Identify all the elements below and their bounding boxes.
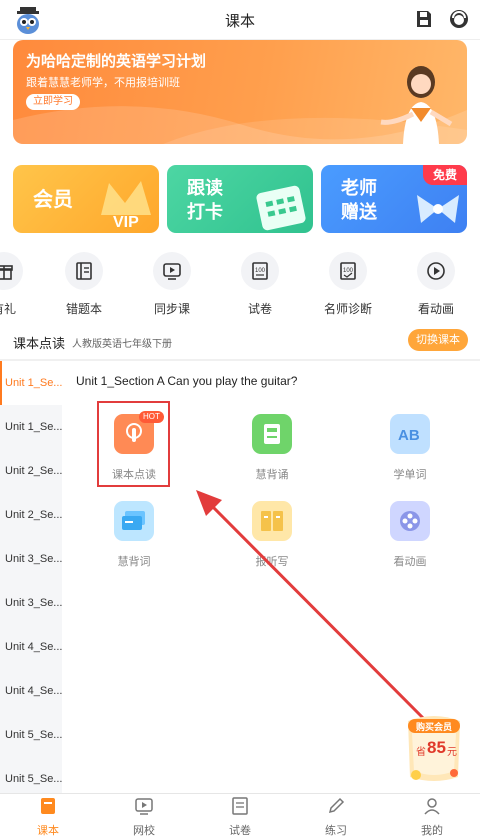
nav-online-school[interactable]: 网校 xyxy=(114,796,174,838)
customer-service-icon[interactable] xyxy=(449,9,469,29)
unit-list-item[interactable]: Unit 1_Se... xyxy=(0,361,62,405)
calendar-icon xyxy=(256,185,306,231)
svg-text:AB: AB xyxy=(398,427,420,444)
gift-entry[interactable]: 有礼 xyxy=(0,252,44,317)
textbook-bar: 课本点读 人教版英语七年级下册 切换课本 xyxy=(0,325,480,359)
teacher-gift-card[interactable]: 老师 赠送 免费 xyxy=(321,165,467,233)
unit-list-item[interactable]: Unit 3_Se... xyxy=(0,537,62,581)
video-play-icon xyxy=(153,252,191,290)
profile-icon xyxy=(424,798,440,815)
recite-tile[interactable]: 慧背诵 xyxy=(232,414,312,482)
wrong-book-entry[interactable]: 错题本 xyxy=(44,252,124,317)
unit-list-item[interactable]: Unit 4_Se... xyxy=(0,625,62,669)
teacher-diagnosis-label: 名师诊断 xyxy=(323,302,372,316)
divider xyxy=(0,359,480,361)
exam-paper-entry[interactable]: 100 试卷 xyxy=(220,252,300,317)
follow-read-label-2: 打卡 xyxy=(187,202,223,222)
learn-words-tile[interactable]: AB 学单词 xyxy=(370,414,450,482)
cartoon-entry[interactable]: 看动画 xyxy=(396,252,476,317)
unit-list-item[interactable]: Unit 1_Se... xyxy=(0,405,62,449)
unit-list-item[interactable]: Unit 4_Se... xyxy=(0,669,62,713)
exam-paper-icon: 100 xyxy=(241,252,279,290)
unit-list-item[interactable]: Unit 2_Se... xyxy=(0,449,62,493)
pen-icon xyxy=(328,797,345,814)
nav-online-school-label: 网校 xyxy=(133,825,155,837)
bow-icon xyxy=(417,195,459,223)
download-icon[interactable] xyxy=(416,10,432,28)
study-plan-banner[interactable]: 为哈哈定制的英语学习计划 跟着慧慧老师学，不用报培训班 立即学习 xyxy=(13,40,467,144)
nav-exam[interactable]: 试卷 xyxy=(210,796,270,838)
vip-crown-icon: VIP xyxy=(101,181,151,231)
dictation-tile-label: 报听写 xyxy=(255,556,289,568)
vip-card-label: 会员 xyxy=(33,189,73,211)
sync-course-entry[interactable]: 同步课 xyxy=(132,252,212,317)
page-title: 课本 xyxy=(224,13,255,30)
follow-read-card[interactable]: 跟读 打卡 xyxy=(167,165,313,233)
unit-list-item[interactable]: Unit 5_Se... xyxy=(0,757,62,793)
recite-words-tile-label: 慧背词 xyxy=(117,556,151,568)
watch-cartoon-tile[interactable]: 看动画 xyxy=(370,501,450,569)
teacher-diagnosis-entry[interactable]: 100 名师诊断 xyxy=(308,252,388,317)
notebook-icon xyxy=(65,252,103,290)
banner-subtitle: 跟着慧慧老师学，不用报培训班 xyxy=(26,77,180,89)
gift-label: 有礼 xyxy=(0,302,16,316)
sync-course-label: 同步课 xyxy=(153,302,190,316)
svg-text:100: 100 xyxy=(255,268,266,274)
banner-title: 为哈哈定制的英语学习计划 xyxy=(26,53,207,70)
nav-practice-label: 练习 xyxy=(325,825,347,837)
dictation-tile[interactable]: 报听写 xyxy=(232,501,312,569)
word-cards-icon xyxy=(114,501,154,541)
save-amount: 85 xyxy=(427,738,446,757)
recite-tile-label: 慧背诵 xyxy=(255,469,289,481)
nav-exam-label: 试卷 xyxy=(229,825,251,837)
nav-practice[interactable]: 练习 xyxy=(306,796,366,838)
exam-icon xyxy=(232,797,248,815)
wrong-book-label: 错题本 xyxy=(65,302,102,316)
vip-card[interactable]: 会员 VIP xyxy=(13,165,159,233)
unit-list-item[interactable]: Unit 3_Se... xyxy=(0,581,62,625)
play-circle-icon xyxy=(417,252,455,290)
save-unit: 元 xyxy=(447,747,457,758)
highlight-box xyxy=(97,401,170,487)
learn-words-tile-label: 学单词 xyxy=(393,469,427,481)
top-bar: 课本 xyxy=(0,0,480,40)
textbook-name: 人教版英语七年级下册 xyxy=(72,339,172,350)
nav-textbook[interactable]: 课本 xyxy=(18,796,78,838)
open-book-icon xyxy=(252,501,292,541)
buy-membership-tag: 购买会员 xyxy=(415,722,452,732)
watch-cartoon-tile-label: 看动画 xyxy=(393,556,427,568)
switch-textbook-button[interactable]: 切换课本 xyxy=(408,329,468,351)
nav-mine[interactable]: 我的 xyxy=(402,796,462,838)
unit-heading: Unit 1_Section A Can you play the guitar… xyxy=(76,374,298,388)
teacher-gift-label-1: 老师 xyxy=(341,178,377,198)
teacher-illustration xyxy=(380,66,453,144)
learn-now-button[interactable]: 立即学习 xyxy=(26,94,80,110)
textbook-reading-title: 课本点读 xyxy=(13,336,66,351)
unit-list-item[interactable]: Unit 2_Se... xyxy=(0,493,62,537)
cartoon-label: 看动画 xyxy=(417,302,454,316)
exam-paper-label: 试卷 xyxy=(247,302,272,316)
online-school-icon xyxy=(135,798,153,815)
unit-list-item[interactable]: Unit 5_Se... xyxy=(0,713,62,757)
follow-read-label-1: 跟读 xyxy=(187,178,223,198)
ab-letters-icon: AB xyxy=(390,414,430,454)
free-badge: 免费 xyxy=(423,165,467,185)
textbook-icon xyxy=(41,798,55,814)
unit-list: Unit 1_Se... Unit 1_Se... Unit 2_Se... U… xyxy=(0,361,62,793)
recite-book-icon xyxy=(252,414,292,454)
film-reel-icon xyxy=(390,501,430,541)
bottom-navigation: 课本 网校 试卷 练习 我的 xyxy=(0,793,480,837)
svg-text:VIP: VIP xyxy=(113,214,139,231)
gift-icon xyxy=(0,252,23,290)
diagnosis-icon: 100 xyxy=(329,252,367,290)
teacher-gift-label-2: 赠送 xyxy=(341,202,377,222)
recite-words-tile[interactable]: 慧背词 xyxy=(94,501,174,569)
buy-membership-float[interactable]: 购买会员 省 85 元 xyxy=(402,713,466,785)
nav-textbook-label: 课本 xyxy=(37,825,59,837)
save-prefix: 省 xyxy=(416,747,426,758)
nav-mine-label: 我的 xyxy=(421,825,443,837)
